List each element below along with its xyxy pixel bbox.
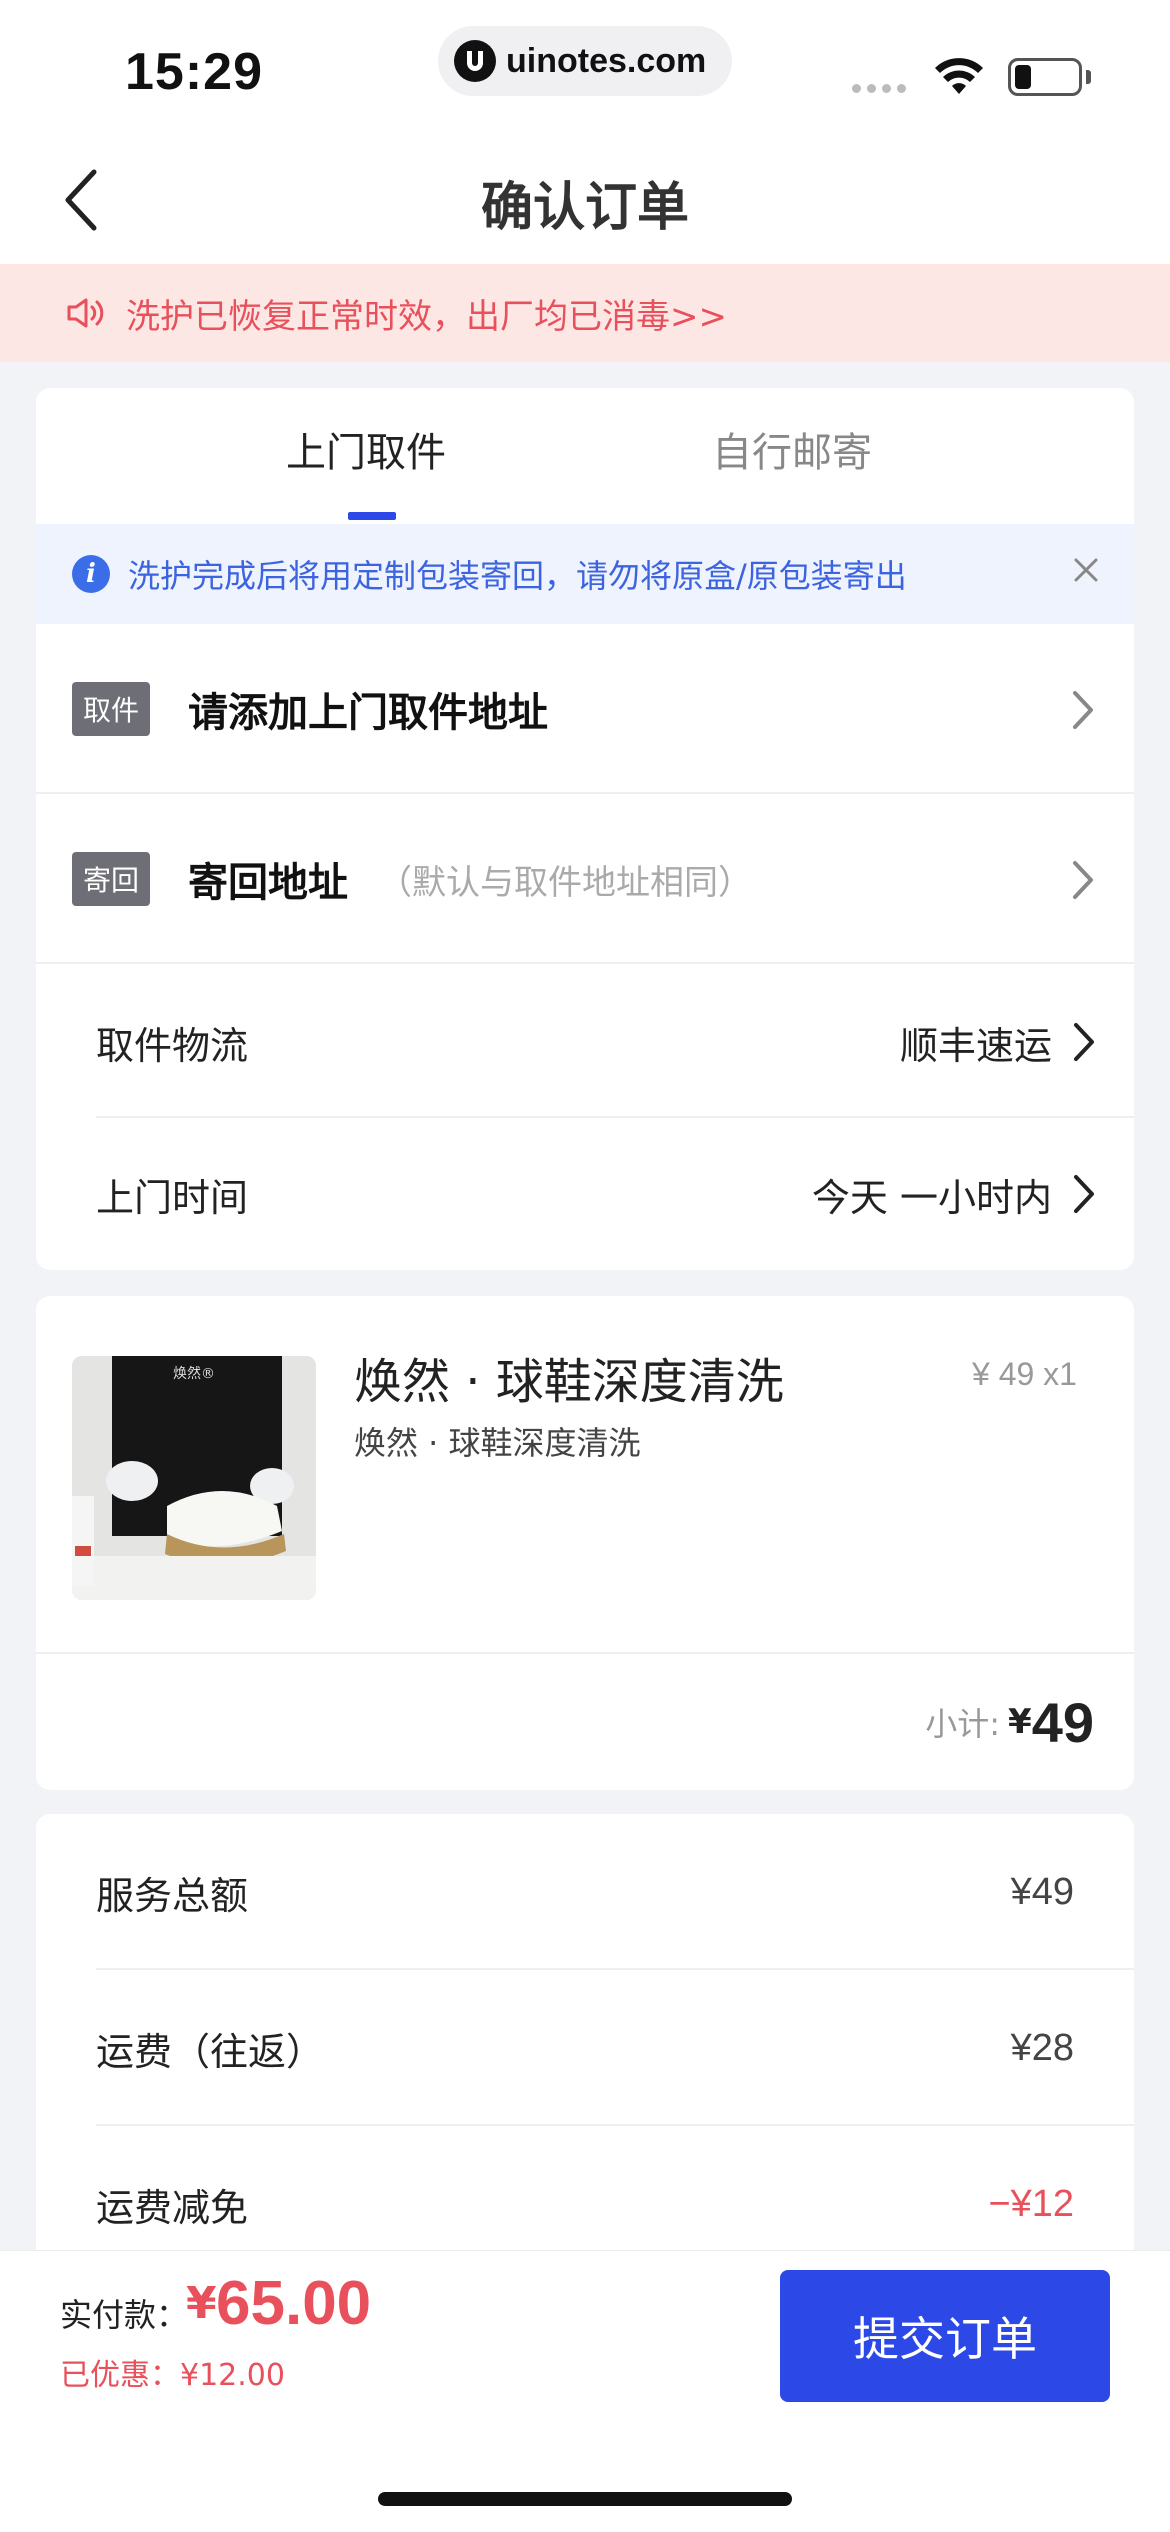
chevron-right-icon (1073, 861, 1093, 899)
fee-value: ¥49 (1010, 1870, 1074, 1913)
site-logo-icon (454, 40, 496, 82)
info-text: 洗护完成后将用定制包装寄回，请勿将原盒/原包装寄出 (128, 557, 907, 595)
battery-tip (1086, 70, 1091, 84)
logistics-value: 顺丰速运 (899, 1023, 1052, 1068)
logistics-value-group: 顺丰速运 (900, 1015, 1096, 1070)
close-info-button[interactable] (1066, 550, 1106, 590)
svg-text:焕然®: 焕然® (173, 1365, 215, 1382)
info-icon: i (72, 555, 110, 593)
submit-order-button[interactable]: 提交订单 (780, 2270, 1110, 2402)
logistics-row[interactable]: 取件物流 顺丰速运 (96, 966, 1096, 1118)
fee-label: 运费（往返） (96, 2029, 325, 2074)
active-tab-indicator (348, 512, 396, 520)
status-time: 15:29 (125, 43, 263, 101)
fee-label: 运费减免 (96, 2185, 249, 2230)
url-pill[interactable]: uinotes.com (438, 26, 732, 96)
fee-row-shipping: 运费（往返） ¥28 (96, 1970, 1074, 2126)
notice-text: 洗护已恢复正常时效，出厂均已消毒>> (126, 296, 727, 337)
pay-currency: ¥ (186, 2278, 217, 2329)
close-icon (1074, 558, 1098, 582)
product-title: 焕然 · 球鞋深度清洗 (354, 1354, 784, 1410)
pay-amount: 65.00 (216, 2269, 372, 2338)
pay-label: 实付款： (60, 2296, 189, 2334)
notice-banner[interactable]: 洗护已恢复正常时效，出厂均已消毒>> (0, 264, 1170, 362)
return-address-title: 寄回地址 (188, 860, 348, 906)
tab-pickup[interactable]: 上门取件 (286, 420, 446, 478)
fee-value: −¥12 (988, 2182, 1074, 2225)
wifi-icon (934, 58, 984, 102)
divider (36, 962, 1134, 964)
subtotal-value: 49 (1031, 1690, 1094, 1754)
product-price: ¥ 49 x1 (972, 1356, 1077, 1392)
cellular-signal-icon (852, 84, 906, 93)
tab-self-mail[interactable]: 自行邮寄 (712, 420, 872, 478)
pickup-time-label: 上门时间 (96, 1175, 249, 1220)
chevron-right-icon (1074, 1175, 1094, 1213)
chevron-right-icon (1074, 1023, 1094, 1061)
home-indicator[interactable] (378, 2492, 792, 2506)
pickup-time-value-group: 今天 一小时内 (812, 1167, 1096, 1222)
url-text: uinotes.com (506, 41, 707, 80)
discount-text: 已优惠：¥12.00 (60, 2358, 285, 2393)
fee-label: 服务总额 (96, 1873, 249, 1918)
subtotal-row: 小计: ¥ 49 (36, 1654, 1134, 1790)
pickup-time-value: 今天 一小时内 (811, 1175, 1052, 1220)
subtotal-label: 小计: (925, 1705, 1001, 1743)
info-bar: i 洗护完成后将用定制包装寄回，请勿将原盒/原包装寄出 (36, 524, 1134, 624)
pickup-address-row[interactable]: 取件 请添加上门取件地址 (36, 624, 1134, 794)
battery-icon (1008, 58, 1082, 96)
page-title: 确认订单 (480, 178, 689, 238)
subtotal-currency: ¥ (1008, 1702, 1032, 1742)
fee-value: ¥28 (1010, 2026, 1074, 2069)
product-subtitle: 焕然 · 球鞋深度清洗 (354, 1424, 641, 1462)
return-tag: 寄回 (72, 852, 150, 906)
return-address-row[interactable]: 寄回 寄回地址 （默认与取件地址相同） (36, 794, 1134, 964)
logistics-label: 取件物流 (96, 1023, 249, 1068)
product-image[interactable]: 焕然® (72, 1356, 316, 1600)
speaker-icon (67, 298, 104, 328)
pickup-address-title: 请添加上门取件地址 (188, 690, 548, 736)
pickup-tag: 取件 (72, 682, 150, 736)
fee-row-service: 服务总额 ¥49 (96, 1814, 1074, 1970)
pickup-time-row[interactable]: 上门时间 今天 一小时内 (96, 1118, 1096, 1270)
return-address-hint: （默认与取件地址相同） (378, 862, 752, 903)
chevron-right-icon (1073, 691, 1093, 729)
